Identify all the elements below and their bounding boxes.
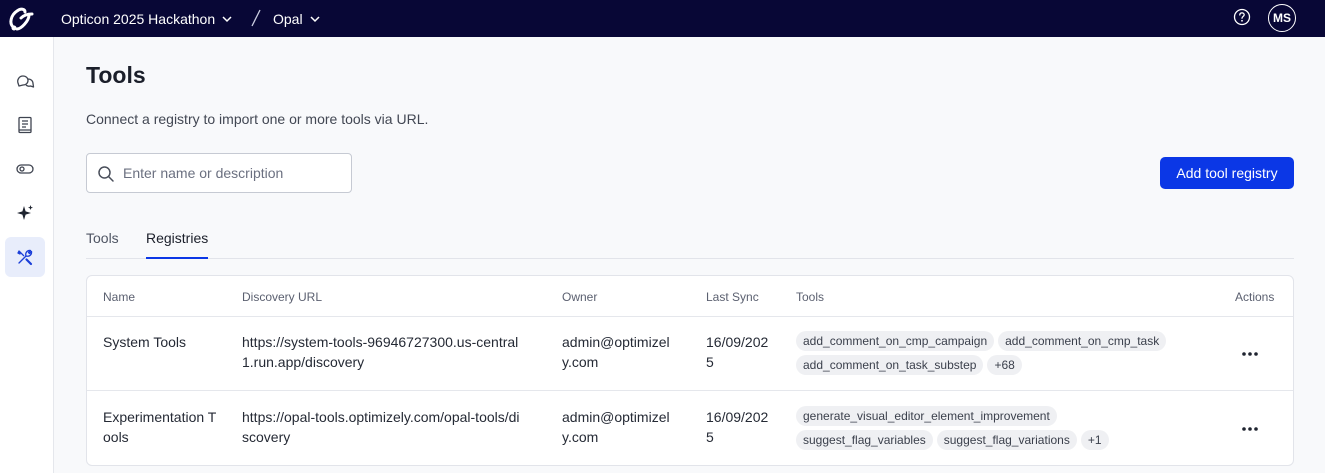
tool-chip: add_comment_on_cmp_campaign xyxy=(796,331,995,351)
owner-email: admin@optimizely.com xyxy=(562,334,670,370)
tools-list: generate_visual_editor_element_improveme… xyxy=(796,406,1196,450)
tab-bar: Tools Registries xyxy=(86,222,1294,259)
help-icon[interactable] xyxy=(1233,8,1251,26)
tool-chip: suggest_flag_variations xyxy=(936,430,1077,450)
table-header: Name Discovery URL Owner Last Sync Tools… xyxy=(87,276,1293,317)
page-description: Connect a registry to import one or more… xyxy=(86,111,429,127)
registry-name: System Tools xyxy=(103,334,186,350)
chevron-down-icon xyxy=(222,15,232,22)
row-actions-button[interactable] xyxy=(1227,418,1273,440)
tool-chip: generate_visual_editor_element_improveme… xyxy=(796,406,1057,426)
org-name: Opticon 2025 Hackathon xyxy=(61,10,216,27)
registries-table: Name Discovery URL Owner Last Sync Tools… xyxy=(86,275,1294,466)
row-actions-button[interactable] xyxy=(1227,343,1273,365)
tool-chip: add_comment_on_task_substep xyxy=(796,355,984,375)
tab-registries[interactable]: Registries xyxy=(146,222,209,259)
discovery-url: https://system-tools-96946727300.us-cent… xyxy=(242,334,519,370)
search-box xyxy=(86,153,352,193)
sidebar-item-settings-toggle[interactable] xyxy=(5,149,45,189)
more-tools-chip[interactable]: +68 xyxy=(987,355,1022,375)
add-tool-registry-button[interactable]: Add tool registry xyxy=(1160,157,1294,189)
more-horizontal-icon xyxy=(1242,352,1258,356)
registry-name: Experimentation Tools xyxy=(103,409,217,445)
tab-tools[interactable]: Tools xyxy=(86,222,119,259)
more-horizontal-icon xyxy=(1242,427,1258,431)
product-name: Opal xyxy=(273,10,303,27)
tool-chip: add_comment_on_cmp_task xyxy=(998,331,1167,351)
top-navigation-bar: Opticon 2025 Hackathon Opal MS xyxy=(0,0,1325,37)
chevron-down-icon xyxy=(310,15,320,22)
column-header-owner: Owner xyxy=(562,290,598,304)
owner-email: admin@optimizely.com xyxy=(562,409,670,445)
column-header-tools: Tools xyxy=(796,290,825,304)
sidebar-item-chat[interactable] xyxy=(5,61,45,101)
sidebar-item-tools[interactable] xyxy=(5,237,45,277)
book-icon xyxy=(18,116,32,134)
tools-icon xyxy=(17,249,33,266)
table-row[interactable]: Experimentation Tools https://opal-tools… xyxy=(87,392,1293,465)
optimizely-logo-icon[interactable] xyxy=(5,3,37,35)
search-input[interactable] xyxy=(123,154,347,192)
more-tools-chip[interactable]: +1 xyxy=(1080,430,1109,450)
page-title: Tools xyxy=(86,62,146,88)
product-switcher[interactable]: Opal xyxy=(273,0,321,37)
sidebar-item-ai[interactable] xyxy=(5,193,45,233)
search-icon xyxy=(98,166,114,182)
discovery-url: https://opal-tools.optimizely.com/opal-t… xyxy=(242,409,520,445)
chat-icon xyxy=(17,75,35,88)
breadcrumb-separator xyxy=(251,9,261,27)
column-header-actions: Actions xyxy=(1235,290,1275,304)
sidebar xyxy=(0,37,54,473)
last-sync-date: 16/09/2025 xyxy=(706,334,769,370)
table-row[interactable]: System Tools https://system-tools-969467… xyxy=(87,317,1293,391)
user-avatar[interactable]: MS xyxy=(1268,4,1296,32)
tools-list: add_comment_on_cmp_campaign add_comment_… xyxy=(796,331,1196,375)
tool-chip: suggest_flag_variables xyxy=(796,430,933,450)
toggle-icon xyxy=(16,164,34,174)
org-switcher[interactable]: Opticon 2025 Hackathon xyxy=(61,0,233,37)
column-header-last-sync: Last Sync xyxy=(706,290,759,304)
last-sync-date: 16/09/2025 xyxy=(706,409,769,445)
column-header-name: Name xyxy=(103,290,136,304)
column-header-discovery-url: Discovery URL xyxy=(242,290,323,304)
sidebar-item-library[interactable] xyxy=(5,105,45,145)
sparkle-icon xyxy=(17,205,33,220)
